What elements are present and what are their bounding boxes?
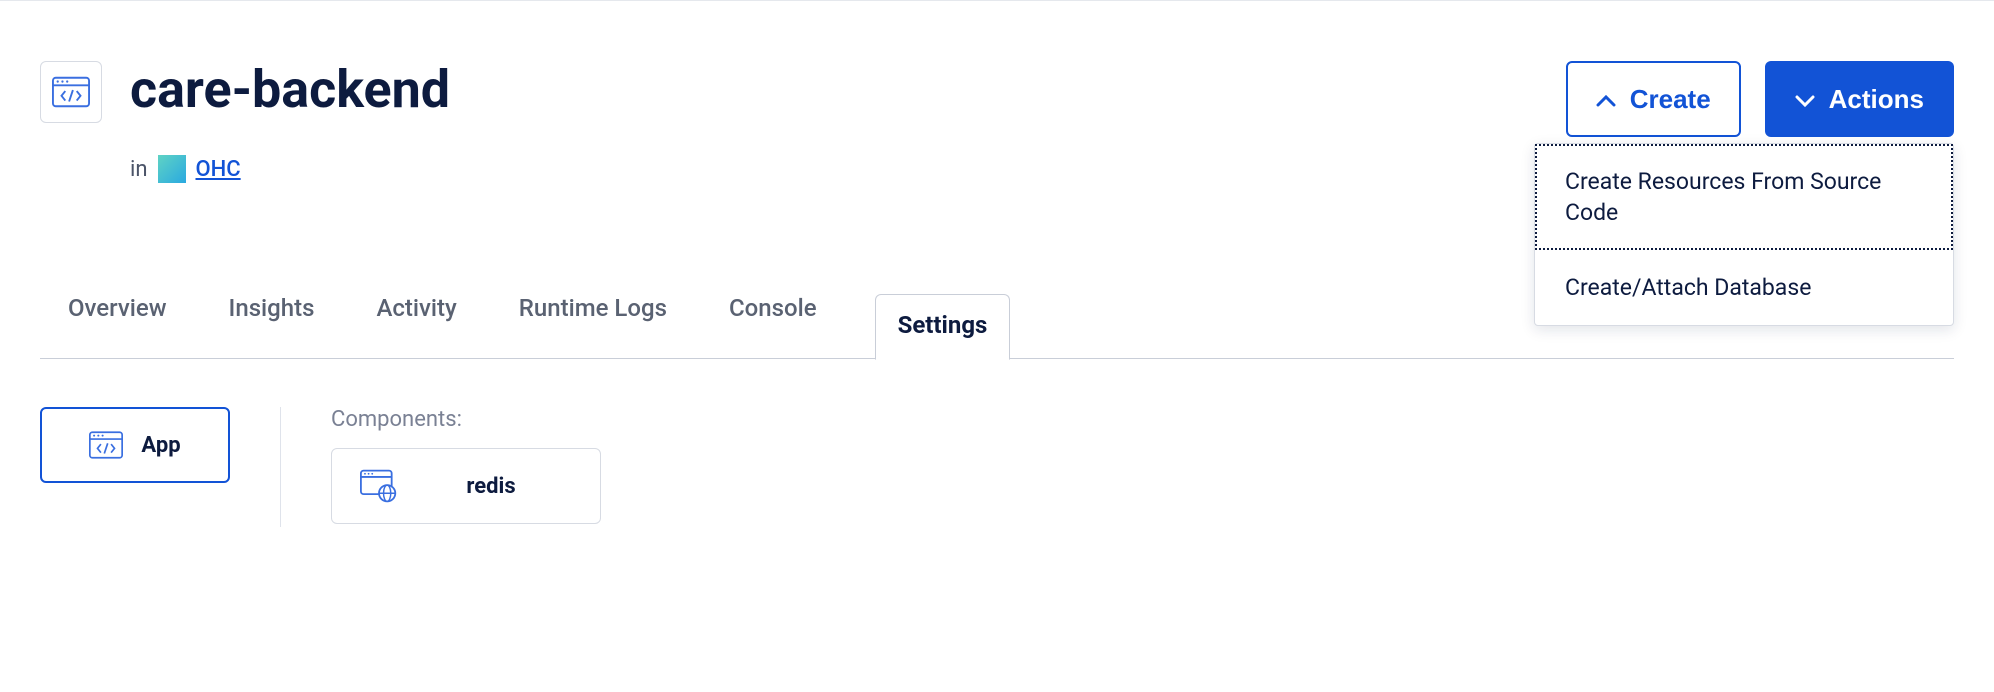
app-icon [40, 61, 102, 123]
tab-runtime-logs[interactable]: Runtime Logs [515, 294, 671, 359]
tab-console[interactable]: Console [725, 294, 821, 359]
create-button-label: Create [1630, 84, 1711, 115]
app-card-label: App [141, 433, 180, 458]
create-button[interactable]: Create [1566, 61, 1741, 137]
create-dropdown: Create Resources From Source Code Create… [1534, 143, 1954, 326]
chevron-down-icon [1795, 84, 1815, 115]
create-menu-item-source-code[interactable]: Create Resources From Source Code [1535, 144, 1953, 250]
tab-settings[interactable]: Settings [875, 294, 1011, 360]
component-label: redis [410, 474, 572, 499]
tab-activity[interactable]: Activity [372, 294, 460, 359]
web-service-icon [360, 469, 398, 503]
create-menu-item-database[interactable]: Create/Attach Database [1535, 250, 1953, 325]
project-link[interactable]: OHC [196, 157, 241, 182]
page-title: care-backend [130, 61, 450, 118]
chevron-up-icon [1596, 84, 1616, 115]
in-label: in [130, 157, 148, 182]
app-title-block: care-backend [40, 61, 450, 123]
app-selector-card[interactable]: App [40, 407, 230, 483]
actions-button-label: Actions [1829, 84, 1924, 115]
tab-overview[interactable]: Overview [64, 294, 171, 359]
tab-insights[interactable]: Insights [225, 294, 319, 359]
app-window-icon [89, 431, 123, 459]
components-heading: Components: [331, 407, 601, 432]
vertical-divider [280, 407, 281, 527]
project-badge-icon [158, 155, 186, 183]
component-card-redis[interactable]: redis [331, 448, 601, 524]
actions-button[interactable]: Actions [1765, 61, 1954, 137]
